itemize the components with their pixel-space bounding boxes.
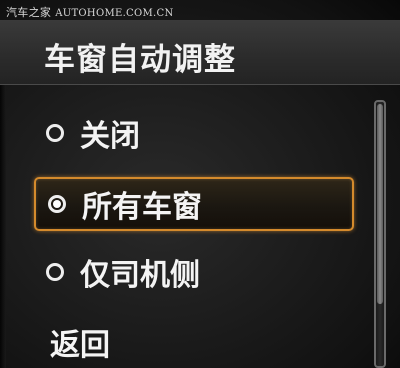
back-button[interactable]: 返回 — [50, 315, 364, 368]
radio-unchecked-icon — [46, 124, 64, 142]
option-driver-side[interactable]: 仅司机侧 — [38, 245, 352, 299]
option-all-windows[interactable]: 所有车窗 — [34, 177, 354, 231]
infotainment-screen: 汽车之家 AUTOHOME.COM.CN 车窗自动调整 关闭 所有车窗 仅司机侧 … — [0, 0, 400, 368]
radio-unchecked-icon — [46, 263, 64, 281]
menu-title: 车窗自动调整 — [44, 42, 236, 78]
option-label: 关闭 — [80, 119, 140, 154]
watermark: 汽车之家 AUTOHOME.COM.CN — [6, 4, 174, 20]
option-label: 所有车窗 — [82, 190, 202, 225]
scrollbar-thumb[interactable] — [377, 104, 383, 304]
scrollbar[interactable] — [374, 100, 386, 368]
watermark-site: AUTOHOME.COM.CN — [55, 8, 174, 19]
radio-checked-icon — [48, 195, 66, 213]
option-close[interactable]: 关闭 — [38, 106, 352, 160]
option-label: 仅司机侧 — [80, 258, 200, 293]
watermark-name: 汽车之家 — [6, 6, 52, 19]
